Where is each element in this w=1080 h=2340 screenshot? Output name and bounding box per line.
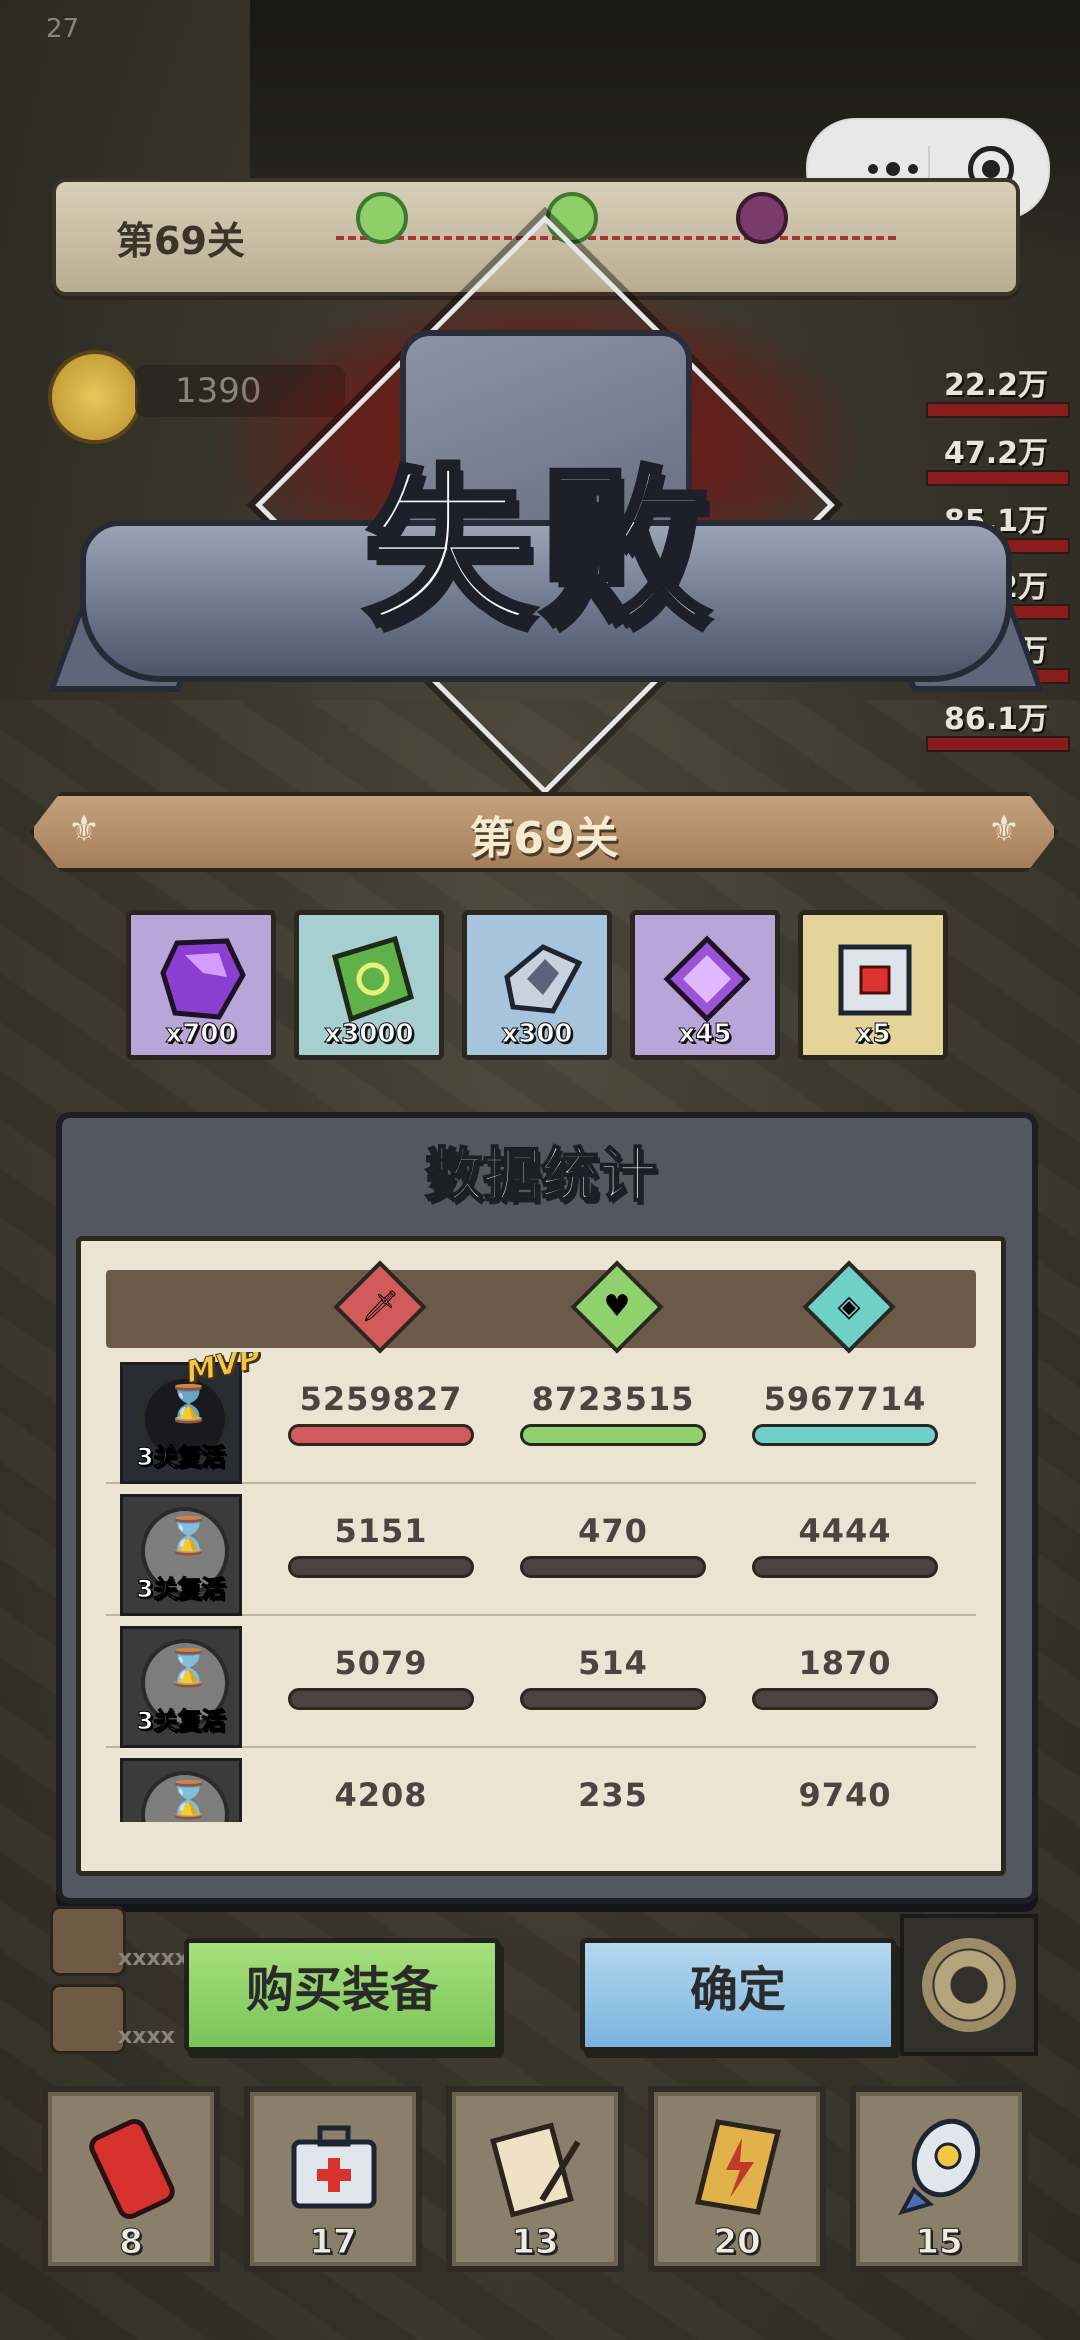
revive-label: 3关复活 bbox=[136, 1707, 226, 1736]
heal-value: 514 bbox=[578, 1644, 648, 1682]
frame-counter: 27 bbox=[46, 14, 80, 44]
item-slot[interactable]: 17 bbox=[244, 2086, 422, 2272]
coin-icon bbox=[48, 350, 142, 444]
item-slot[interactable]: 8 bbox=[42, 2086, 220, 2272]
stage-track bbox=[336, 236, 896, 244]
reward-count: x45 bbox=[678, 1019, 732, 1050]
dps-value: 47.2万 bbox=[943, 436, 1048, 471]
hourglass-icon: ⌛ bbox=[166, 1384, 211, 1425]
defense-value: 4444 bbox=[798, 1512, 892, 1550]
purple-crystal-icon bbox=[160, 938, 246, 1020]
heal-bar bbox=[520, 1688, 706, 1710]
stats-row: ⌛ 3关复活 5079 514 1870 bbox=[106, 1616, 976, 1748]
stats-title: 数据统计 bbox=[424, 1140, 658, 1210]
heal-bar bbox=[520, 1424, 706, 1446]
item-slot[interactable]: 13 bbox=[446, 2086, 624, 2272]
boss-node-icon bbox=[736, 192, 788, 244]
damage-value: 5079 bbox=[334, 1644, 428, 1682]
reward-count: x300 bbox=[501, 1019, 573, 1050]
side-player-avatar bbox=[50, 1984, 126, 2054]
heal-bar bbox=[520, 1556, 706, 1578]
defense-value: 9740 bbox=[798, 1776, 892, 1814]
stage-node-cleared bbox=[356, 192, 408, 244]
item-count: 8 bbox=[119, 2222, 144, 2263]
diamond-shard-icon bbox=[504, 944, 583, 1014]
side-player-name: xxxxx bbox=[118, 1946, 189, 1971]
level-label: 第69关 bbox=[469, 813, 619, 864]
dps-bar bbox=[926, 736, 1070, 752]
damage-value: 5151 bbox=[334, 1512, 428, 1550]
dps-bar bbox=[926, 402, 1070, 418]
purple-gem-icon bbox=[663, 935, 751, 1023]
revive-label: 3关复活 bbox=[136, 1443, 226, 1472]
confirm-button[interactable]: 确定 bbox=[580, 1938, 896, 2052]
scroll-feather-icon bbox=[490, 2122, 581, 2218]
cola-can-icon bbox=[89, 2118, 175, 2220]
item-slot[interactable]: 20 bbox=[648, 2086, 826, 2272]
defense-bar bbox=[752, 1556, 938, 1578]
hero-avatar: ⌛ 3关复活 bbox=[120, 1626, 242, 1748]
dps-bar bbox=[926, 470, 1070, 486]
reward-slot[interactable]: x45 bbox=[630, 910, 780, 1060]
dps-entry: 22.2万 bbox=[918, 360, 1070, 420]
item-count: 17 bbox=[309, 2222, 357, 2263]
reward-slot[interactable]: x300 bbox=[462, 910, 612, 1060]
side-player-avatar bbox=[50, 1906, 126, 1976]
defense-value: 5967714 bbox=[763, 1380, 927, 1418]
item-count: 13 bbox=[511, 2222, 559, 2263]
level-banner: ⚜ 第69关 ⚜ bbox=[30, 792, 1058, 872]
heal-value: 235 bbox=[578, 1776, 648, 1814]
hero-avatar: ⌛ bbox=[120, 1758, 242, 1822]
reward-slot[interactable]: x3000 bbox=[294, 910, 444, 1060]
item-count: 15 bbox=[915, 2222, 963, 2263]
item-slot[interactable]: 15 bbox=[850, 2086, 1028, 2272]
stats-row: ⌛ 4208 235 9740 bbox=[106, 1748, 976, 1822]
reward-count: x700 bbox=[165, 1019, 237, 1050]
dps-entry: 86.1万 bbox=[918, 694, 1070, 754]
fleur-right-icon: ⚜ bbox=[987, 809, 1021, 850]
stage-label: 第69关 bbox=[116, 219, 245, 263]
heal-value: 470 bbox=[578, 1512, 648, 1550]
buy-equipment-button[interactable]: 购买装备 bbox=[184, 1938, 500, 2052]
settings-button[interactable] bbox=[900, 1914, 1038, 2056]
lightning-paper-icon bbox=[694, 2119, 782, 2215]
item-count: 20 bbox=[713, 2222, 761, 2263]
defense-value: 1870 bbox=[798, 1644, 892, 1682]
reward-count: x5 bbox=[855, 1019, 891, 1050]
stats-list[interactable]: ⌛ 3关复活 MVP 5259827 8723515 5967714 ⌛ 3关复… bbox=[106, 1352, 976, 1822]
reward-count: x3000 bbox=[324, 1019, 414, 1050]
heal-value: 8723515 bbox=[531, 1380, 695, 1418]
defense-bar bbox=[752, 1424, 938, 1446]
hourglass-icon: ⌛ bbox=[166, 1780, 211, 1821]
first-aid-kit-icon bbox=[291, 2125, 377, 2209]
hourglass-icon: ⌛ bbox=[166, 1516, 211, 1557]
revive-label: 3关复活 bbox=[136, 1575, 226, 1604]
hourglass-icon: ⌛ bbox=[166, 1648, 211, 1689]
damage-value: 5259827 bbox=[299, 1380, 463, 1418]
dps-value: 86.1万 bbox=[943, 702, 1048, 737]
hero-avatar: ⌛ 3关复活 bbox=[120, 1494, 242, 1616]
damage-bar bbox=[288, 1688, 474, 1710]
gear-icon bbox=[922, 1938, 1016, 2032]
damage-bar bbox=[288, 1556, 474, 1578]
reward-slot[interactable]: x700 bbox=[126, 910, 276, 1060]
stats-row: ⌛ 3关复活 MVP 5259827 8723515 5967714 bbox=[106, 1352, 976, 1484]
reward-slot[interactable]: x5 bbox=[798, 910, 948, 1060]
damage-value: 4208 bbox=[334, 1776, 428, 1814]
dps-entry: 47.2万 bbox=[918, 428, 1070, 488]
defense-bar bbox=[752, 1688, 938, 1710]
red-cube-icon bbox=[838, 944, 912, 1016]
nuclear-bomb-icon bbox=[897, 2118, 981, 2216]
dps-value: 22.2万 bbox=[943, 368, 1048, 403]
side-player-name: xxxx bbox=[118, 2024, 175, 2049]
damage-bar bbox=[288, 1424, 474, 1446]
defeat-title: 失败 bbox=[361, 448, 716, 652]
green-ticket-icon bbox=[331, 935, 415, 1023]
stats-row: ⌛ 3关复活 5151 470 4444 bbox=[106, 1484, 976, 1616]
